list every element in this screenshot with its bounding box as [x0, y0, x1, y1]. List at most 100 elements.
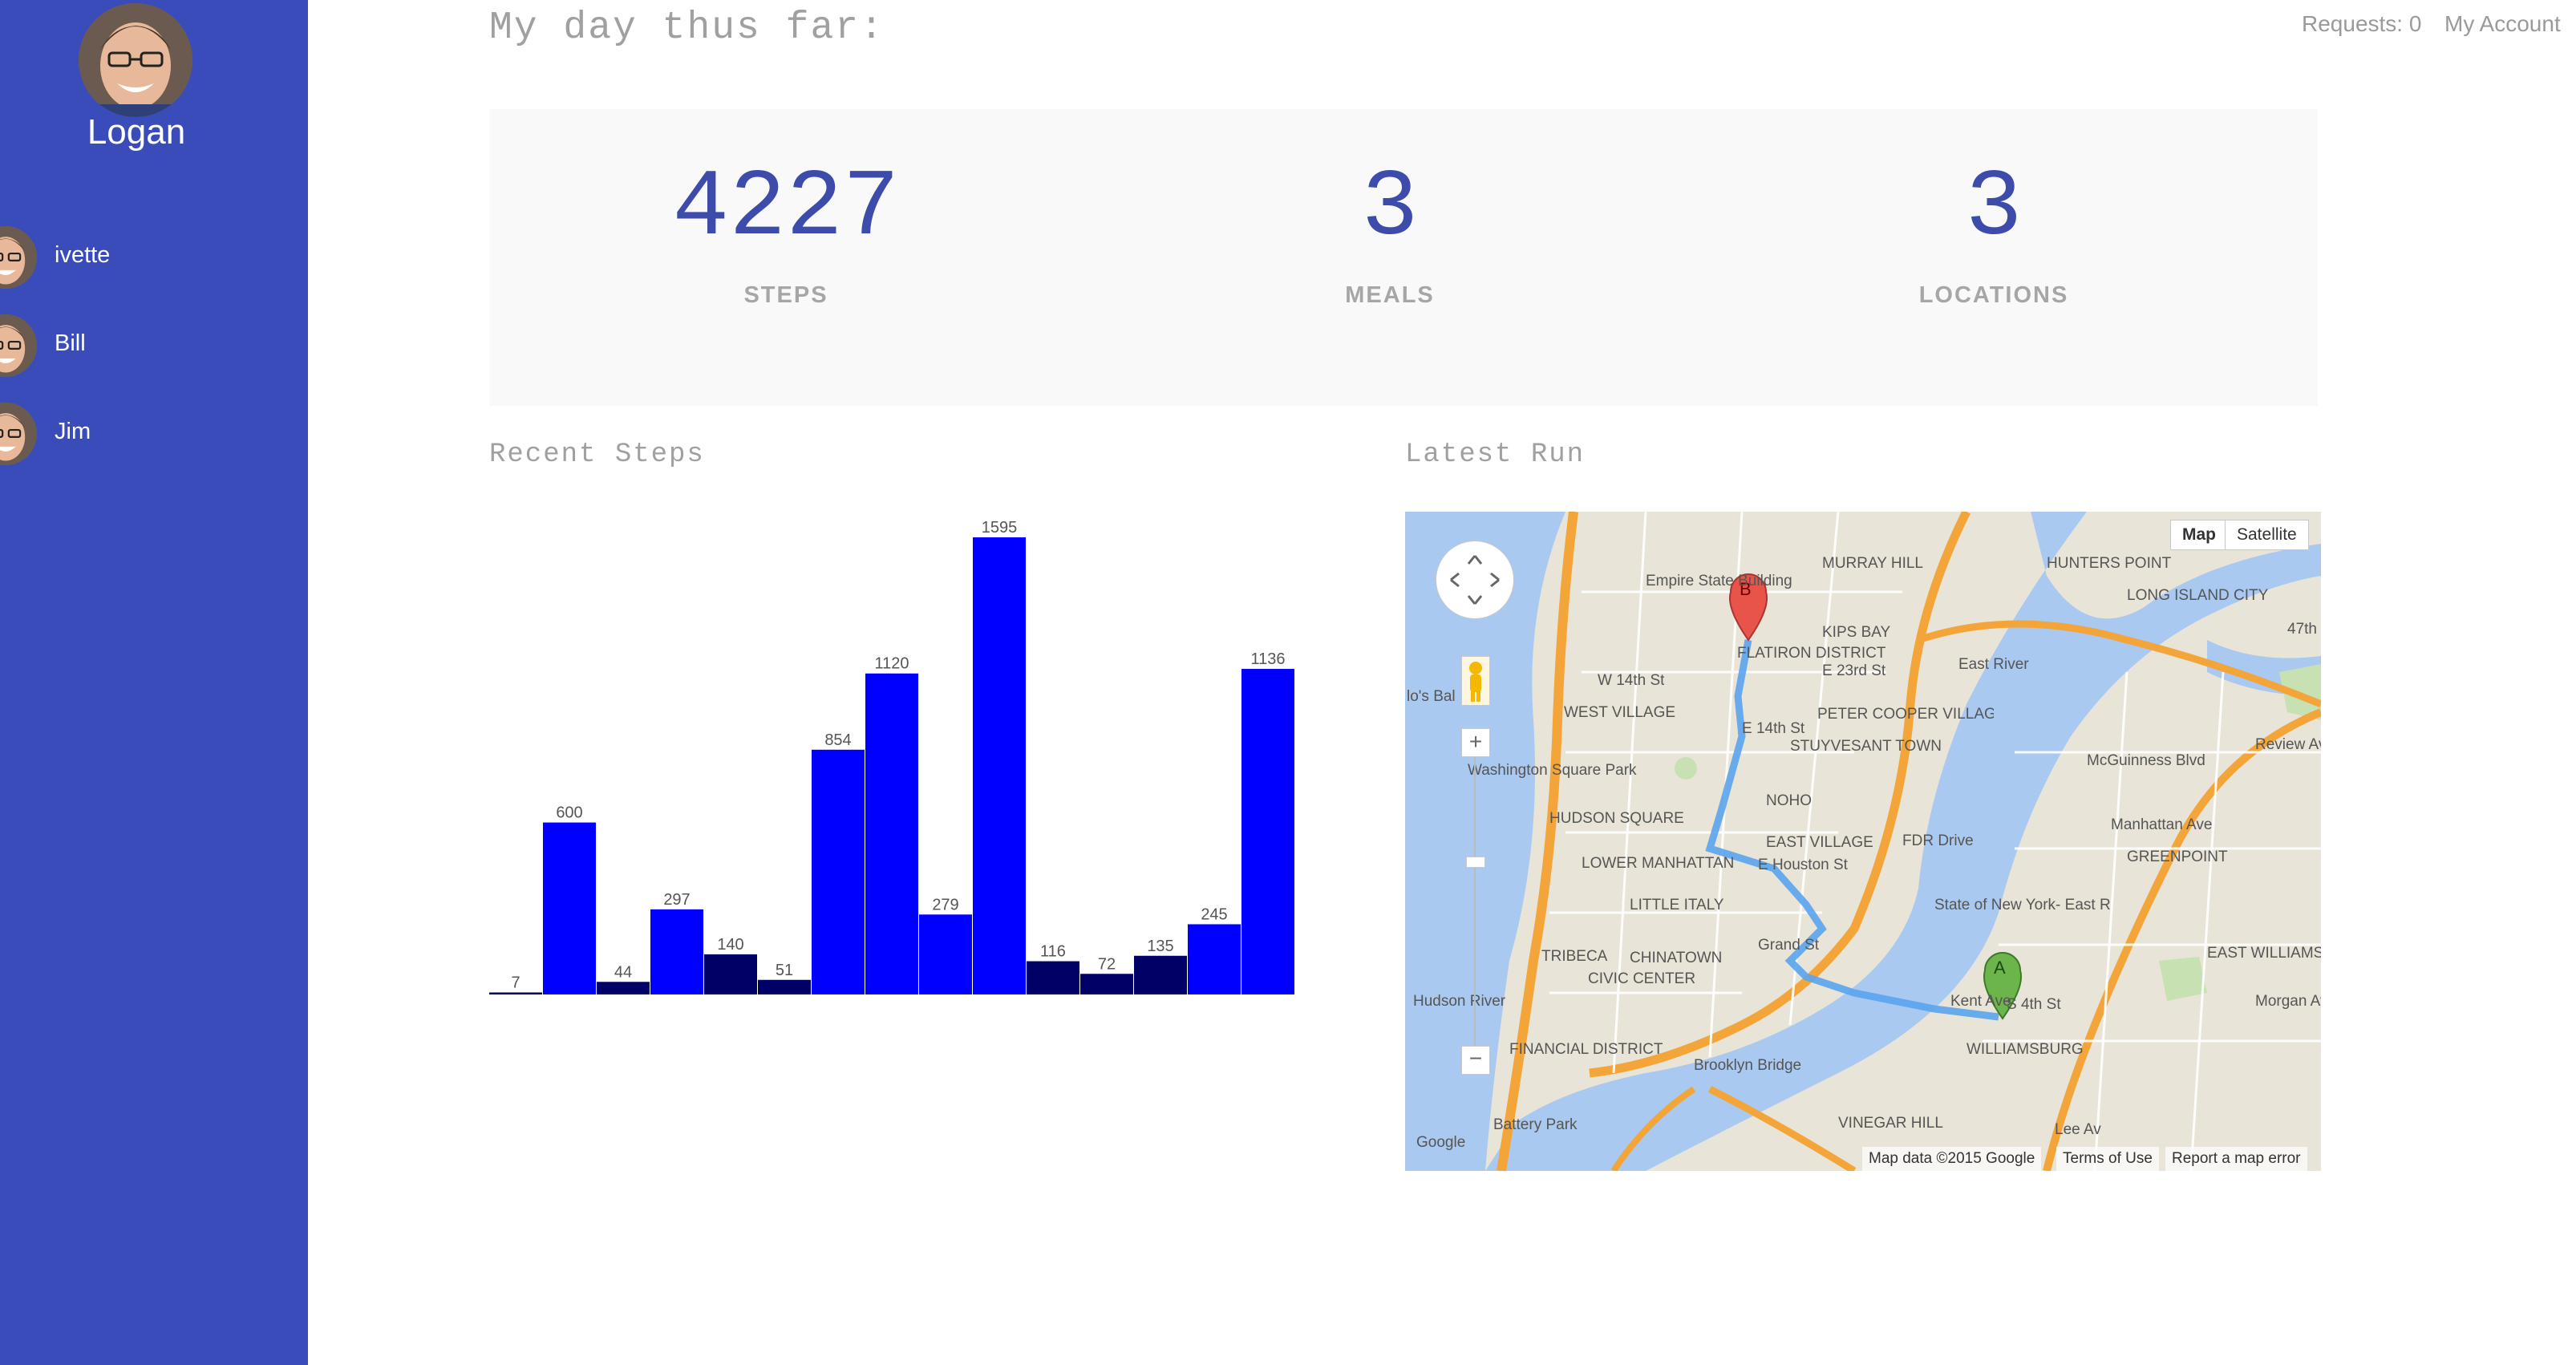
map-label: Empire State Building [1646, 573, 1792, 589]
bar [865, 673, 918, 994]
map-label: WEST VILLAGE [1564, 704, 1676, 721]
map-label: CHINATOWN [1630, 950, 1723, 966]
map-label: PETER COOPER VILLAGE [1817, 706, 1994, 723]
map-label: lo's Bal [1407, 688, 1456, 705]
bar-value-label: 51 [776, 962, 793, 979]
bar-value-label: 116 [1040, 943, 1066, 961]
map-label: Battery Park [1493, 1116, 1578, 1133]
map-label: W 14th St [1598, 672, 1665, 689]
map-label: FDR Drive [1902, 832, 1974, 849]
bar [919, 914, 972, 994]
bar-value-label: 7 [511, 974, 520, 991]
friend-name: Bill [55, 330, 86, 356]
bar [973, 537, 1026, 994]
marker-a-label: A [1994, 958, 2006, 978]
friend-avatar [0, 314, 37, 377]
friend-item-ivette[interactable]: ivette [0, 225, 308, 289]
bar-value-label: 854 [824, 731, 851, 749]
friend-item-bill[interactable]: Bill [0, 313, 308, 377]
map-label: LONG ISLAND CITY [2127, 587, 2269, 604]
map-label: Morgan Ave [2255, 993, 2321, 1010]
zoom-in-button[interactable]: + [1461, 728, 1490, 757]
page-title: My day thus far: [489, 6, 885, 50]
zoom-slider-handle[interactable] [1466, 857, 1485, 868]
stat-value: 4227 [672, 156, 900, 262]
zoom-slider-track[interactable] [1474, 757, 1476, 1046]
friend-avatar [0, 226, 37, 289]
bar [597, 982, 650, 994]
bar-value-label: 140 [717, 936, 743, 954]
map-label: Hudson River [1413, 993, 1506, 1010]
bar-value-label: 1120 [874, 655, 909, 673]
bar [543, 822, 596, 994]
friend-name: Jim [55, 419, 91, 444]
latest-run-title: Latest Run [1405, 439, 1586, 470]
map-label: FLATIRON DISTRICT [1737, 645, 1886, 662]
recent-steps-title: Recent Steps [489, 439, 705, 470]
map-label: EAST WILLIAMSBURG [2207, 945, 2321, 962]
bar-value-label: 245 [1201, 905, 1227, 923]
stats-panel: 4227 STEPS 3 MEALS 3 LOCATIONS [489, 109, 2318, 406]
pegman-icon [1469, 662, 1482, 702]
map-label: E Houston St [1758, 857, 1848, 873]
zoom-out-button[interactable]: − [1461, 1046, 1490, 1075]
stat-label: LOCATIONS [1918, 282, 2069, 308]
map-label: Grand St [1758, 937, 1820, 954]
street-view-pegman[interactable] [1461, 656, 1490, 706]
latest-run-map[interactable]: B A Empire State Building MURRAY HILL KIPS… [1405, 512, 2321, 1171]
map-type-map-button[interactable]: Map [2170, 520, 2228, 550]
bar-value-label: 1595 [982, 519, 1018, 537]
map-pan-control[interactable] [1436, 541, 1514, 619]
map-label: STUYVESANT TOWN [1790, 738, 1942, 755]
map-label: HUDSON SQUARE [1549, 810, 1684, 827]
bar-value-label: 135 [1147, 938, 1173, 955]
map-label: MURRAY HILL [1822, 555, 1923, 572]
bar-value-label: 72 [1098, 955, 1116, 973]
map-label: CIVIC CENTER [1588, 970, 1696, 987]
map-label: 47th [2287, 621, 2317, 638]
bar [758, 979, 811, 994]
map-label: HUNTERS POINT [2047, 555, 2172, 572]
user-avatar[interactable] [79, 3, 192, 117]
map-label: Review Ave [2255, 736, 2321, 753]
map-label: TRIBECA [1541, 948, 1608, 965]
map-label: S 4th St [2007, 996, 2061, 1013]
map-label: KIPS BAY [1822, 624, 1891, 641]
map-label: Google [1416, 1134, 1466, 1151]
map-label: Brooklyn Bridge [1694, 1057, 1802, 1074]
map-label: E 14th St [1742, 720, 1805, 737]
stat-value: 3 [1965, 156, 2023, 262]
bar [1188, 924, 1241, 994]
bar-value-label: 279 [932, 896, 958, 913]
map-label: LOWER MANHATTAN [1582, 855, 1735, 872]
stat-value: 3 [1361, 156, 1419, 262]
requests-link[interactable]: Requests: 0 [2302, 11, 2421, 37]
map-label: McGuinness Blvd [2087, 752, 2205, 769]
bar [489, 992, 542, 994]
map-label: East River [1958, 656, 2029, 673]
map-type-satellite-button[interactable]: Satellite [2225, 520, 2309, 550]
map-label: Kent Ave [1950, 993, 2011, 1010]
map-label: State of New York- East River State Park [1934, 897, 2111, 913]
bar [1241, 669, 1294, 994]
my-account-link[interactable]: My Account [2444, 11, 2561, 37]
bar [1027, 961, 1079, 994]
map-label: LITTLE ITALY [1630, 897, 1724, 913]
bar-value-label: 1136 [1250, 650, 1285, 668]
stat-label: STEPS [743, 282, 828, 308]
bar [1080, 974, 1133, 994]
map-label: Lee Av [2055, 1121, 2101, 1138]
map-label: GREENPOINT [2127, 849, 2228, 865]
friend-avatar [0, 403, 37, 465]
sidebar: Logan ivette Bill Jim [0, 0, 308, 1365]
bar [1134, 955, 1187, 994]
map-label: E 23rd St [1822, 662, 1886, 679]
bar [812, 749, 865, 994]
bar-value-label: 44 [614, 963, 632, 981]
map-data-credit: Map data ©2015 Google [1862, 1147, 2042, 1171]
recent-steps-chart: 7 600 44 297 140 51 854 1120 279 1595 116 72 135 245 1… [489, 519, 1294, 994]
bar [704, 954, 757, 994]
friend-item-jim[interactable]: Jim [0, 401, 308, 465]
report-map-error-link[interactable]: Report a map error [2165, 1147, 2307, 1171]
terms-of-use-link[interactable]: Terms of Use [2056, 1147, 2159, 1171]
